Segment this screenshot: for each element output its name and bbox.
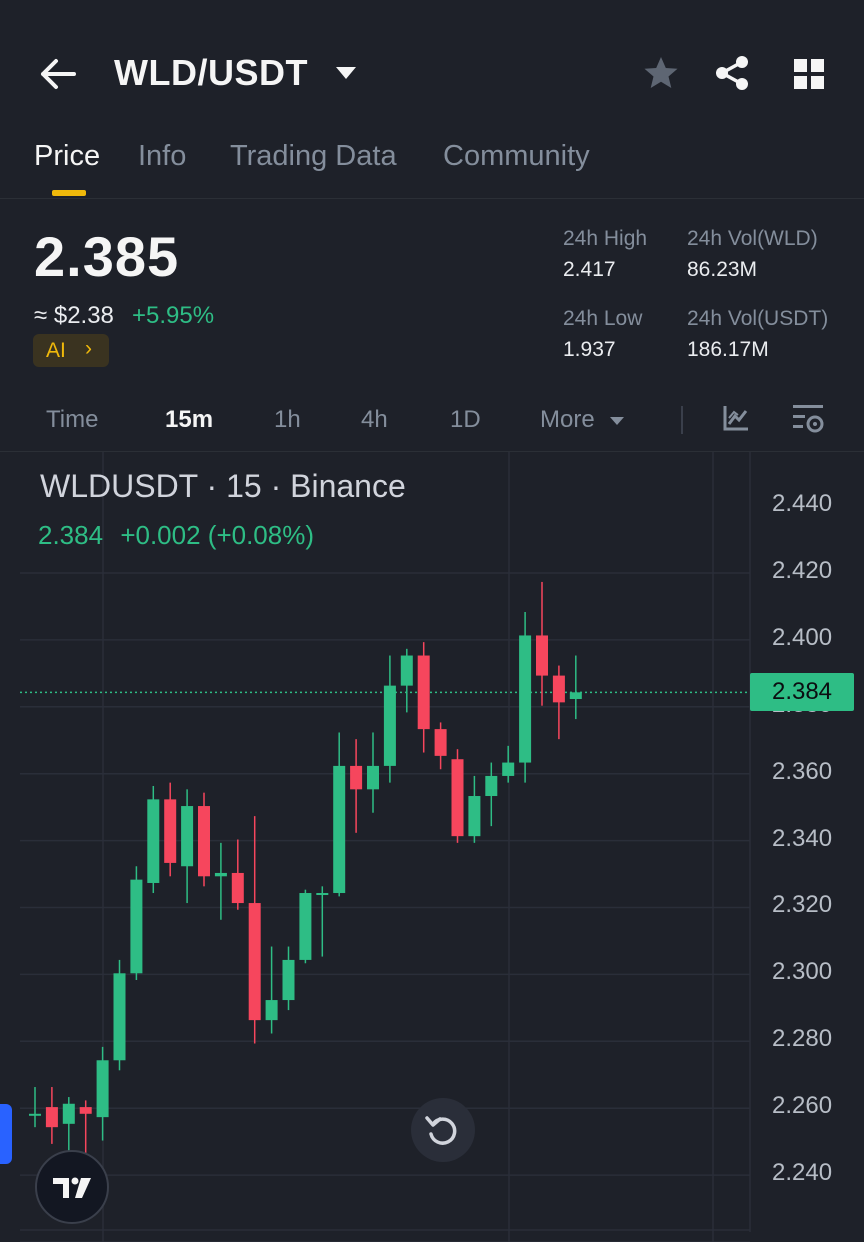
candle-body bbox=[130, 879, 143, 974]
y-axis-tick-label: 2.340 bbox=[772, 824, 833, 852]
drawing-toolbar-toggle[interactable] bbox=[0, 1104, 12, 1164]
chart-settings-icon[interactable] bbox=[792, 403, 826, 435]
chevron-right-icon: › bbox=[85, 337, 92, 360]
tab-community[interactable]: Community bbox=[443, 140, 590, 173]
candle-body bbox=[451, 759, 464, 837]
candle-body bbox=[62, 1103, 75, 1124]
tab-bar: Price Info Trading Data Community bbox=[0, 130, 864, 199]
candle-body bbox=[552, 675, 565, 703]
candle-body bbox=[214, 872, 227, 877]
candle-body bbox=[231, 872, 244, 904]
ai-badge[interactable]: AI › bbox=[33, 334, 109, 367]
low-value: 1.937 bbox=[563, 338, 616, 361]
y-axis-tick-label: 2.440 bbox=[772, 490, 833, 517]
candle-body bbox=[316, 893, 329, 896]
fiat-price: ≈ $2.38 bbox=[34, 302, 114, 329]
active-tab-indicator bbox=[52, 190, 86, 196]
vol-quote-value: 186.17M bbox=[687, 338, 769, 361]
tab-price[interactable]: Price bbox=[34, 140, 100, 173]
interval-4h[interactable]: 4h bbox=[361, 406, 388, 434]
candle-body bbox=[164, 799, 177, 863]
reset-chart-button[interactable] bbox=[411, 1098, 475, 1162]
candle-body bbox=[198, 806, 210, 877]
pair-title[interactable]: WLD/USDT bbox=[114, 52, 308, 94]
candle-body bbox=[248, 903, 261, 1021]
candle-body bbox=[367, 765, 379, 790]
candle-body bbox=[502, 762, 515, 776]
candle-body bbox=[282, 959, 295, 1001]
candle-body bbox=[181, 806, 194, 867]
indicator-icon[interactable] bbox=[722, 404, 750, 432]
ai-badge-label: AI bbox=[46, 339, 66, 362]
grid-layout-icon[interactable] bbox=[793, 58, 825, 90]
more-dropdown-icon[interactable] bbox=[609, 413, 625, 425]
chart-legend-symbol: WLDUSDT · 15 · Binance bbox=[40, 468, 406, 504]
candle-body bbox=[265, 1000, 278, 1021]
chart-legend-values: 2.384 +0.002 (+0.08%) bbox=[38, 520, 314, 551]
y-axis-tick-label: 2.420 bbox=[772, 556, 833, 584]
y-axis-tick-label: 2.400 bbox=[772, 623, 833, 651]
candle-body bbox=[299, 893, 312, 960]
candle-body bbox=[434, 729, 447, 756]
y-axis-tick-label: 2.320 bbox=[772, 891, 833, 919]
tab-trading-data[interactable]: Trading Data bbox=[230, 140, 397, 173]
y-axis-tick-label: 2.240 bbox=[772, 1159, 833, 1186]
vol-quote-label: 24h Vol(USDT) bbox=[687, 307, 829, 330]
tradingview-logo-icon[interactable] bbox=[35, 1150, 109, 1224]
tab-info[interactable]: Info bbox=[138, 140, 186, 173]
candle-body bbox=[147, 799, 160, 883]
favorite-star-icon[interactable] bbox=[642, 55, 680, 91]
pair-dropdown-icon[interactable] bbox=[335, 66, 357, 80]
candle-body bbox=[400, 655, 413, 686]
interval-1h[interactable]: 1h bbox=[274, 406, 301, 434]
candle-body bbox=[468, 796, 481, 837]
candle-body bbox=[350, 765, 363, 790]
low-label: 24h Low bbox=[563, 307, 643, 330]
y-axis-tick-label: 2.300 bbox=[772, 958, 833, 986]
y-axis-tick-label: 2.280 bbox=[772, 1025, 833, 1053]
legend-change: +0.002 (+0.08%) bbox=[120, 520, 315, 550]
high-label: 24h High bbox=[563, 227, 648, 250]
candle-body bbox=[485, 775, 498, 797]
interval-time[interactable]: Time bbox=[46, 406, 98, 434]
candle-body bbox=[79, 1107, 92, 1114]
reset-icon bbox=[425, 1116, 457, 1145]
candle-body bbox=[383, 685, 396, 766]
price-change-percent: +5.95% bbox=[132, 302, 215, 329]
vol-base-value: 86.23M bbox=[687, 258, 758, 281]
candle-body bbox=[45, 1107, 58, 1128]
candle-body bbox=[536, 635, 548, 676]
candle-body bbox=[519, 635, 532, 763]
y-axis-tick-label: 2.260 bbox=[772, 1092, 833, 1120]
candle-body bbox=[333, 765, 346, 894]
y-axis-tick-label: 2.360 bbox=[772, 757, 833, 785]
last-price: 2.385 bbox=[34, 225, 180, 288]
candle-body bbox=[29, 1113, 41, 1116]
candle-body bbox=[96, 1060, 109, 1118]
candle-body bbox=[569, 692, 582, 700]
interval-1d[interactable]: 1D bbox=[450, 406, 481, 434]
vol-base-label: 24h Vol(WLD) bbox=[687, 227, 818, 250]
back-arrow-icon[interactable] bbox=[38, 58, 78, 90]
interval-more[interactable]: More bbox=[540, 406, 595, 434]
current-price-label: 2.384 bbox=[750, 673, 854, 711]
candle-body bbox=[417, 655, 430, 730]
legend-close: 2.384 bbox=[38, 520, 104, 550]
share-icon[interactable] bbox=[714, 55, 750, 91]
divider bbox=[681, 406, 683, 434]
interval-15m[interactable]: 15m bbox=[165, 406, 213, 434]
candle-body bbox=[113, 973, 126, 1061]
high-value: 2.417 bbox=[563, 258, 616, 281]
